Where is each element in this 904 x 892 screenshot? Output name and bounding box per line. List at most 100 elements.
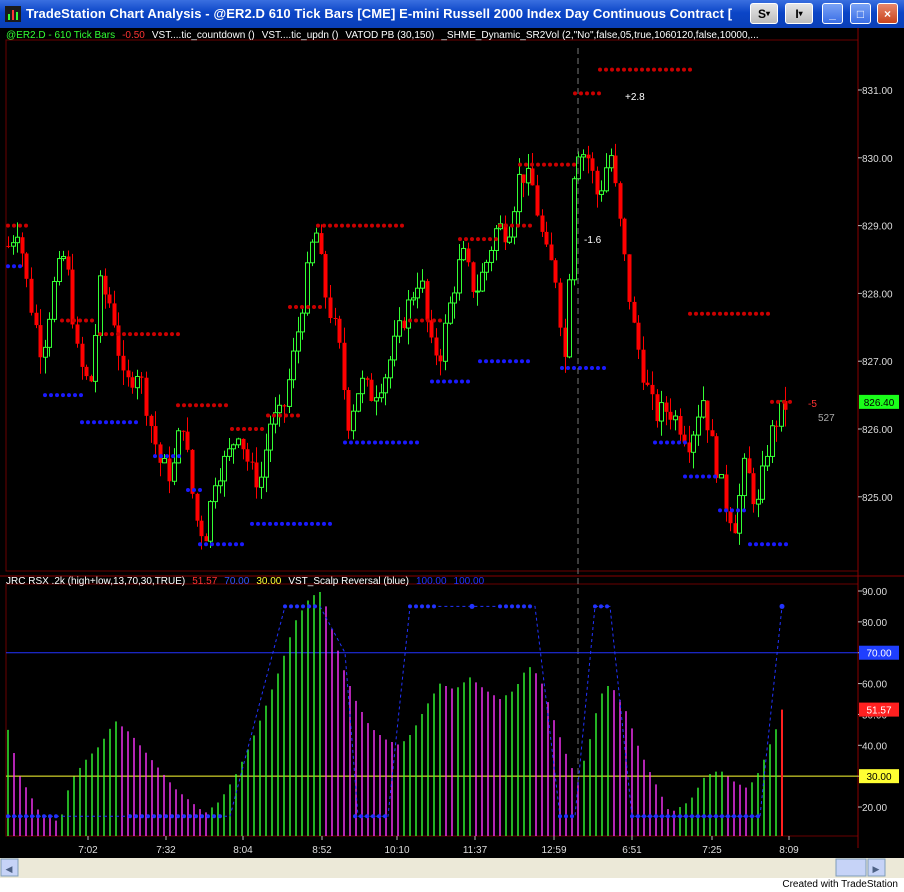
- scalp-reversal-dot: [516, 604, 520, 609]
- candle-body-down: [139, 376, 144, 378]
- minimize-button[interactable]: _: [822, 3, 843, 24]
- resistance-dot: [598, 67, 602, 72]
- indicator-value-label: 30.00: [866, 772, 891, 783]
- maximize-button[interactable]: □: [850, 3, 871, 24]
- scalp-reversal-dot: [212, 814, 216, 819]
- candle-body-down: [107, 294, 112, 304]
- support-dot: [572, 365, 576, 370]
- candle-body-down: [333, 317, 338, 319]
- support-dot: [448, 379, 452, 384]
- resistance-dot: [194, 403, 198, 408]
- support-dot: [12, 264, 16, 269]
- candle-body-down: [590, 158, 595, 171]
- support-dot: [292, 521, 296, 526]
- scrollbar-thumb[interactable]: [835, 858, 867, 877]
- x-axis-label: 11:37: [463, 845, 488, 856]
- chart-canvas[interactable]: 831.00 830.00 829.00 828.00 827.00 826.00 825.…: [0, 28, 904, 878]
- resistance-dot: [464, 237, 468, 242]
- support-dot: [67, 393, 71, 398]
- candle-body-down: [167, 458, 172, 482]
- scalp-reversal-dot: [426, 604, 430, 609]
- s-menu-button[interactable]: S ▾: [750, 3, 778, 24]
- scalp-reversal-dot: [371, 814, 375, 819]
- resistance-dot: [206, 403, 210, 408]
- resistance-dot: [312, 304, 316, 309]
- candle-body-down: [558, 282, 563, 328]
- support-dot: [596, 365, 600, 370]
- candle-body-up: [374, 397, 379, 402]
- candle-body-down: [153, 426, 158, 445]
- resistance-dot: [200, 403, 204, 408]
- scalp-reversal-dot: [206, 814, 210, 819]
- resistance-dot: [748, 311, 752, 316]
- candle-body-up: [765, 455, 770, 467]
- support-dot: [355, 440, 359, 445]
- support-dot: [520, 359, 524, 364]
- candle-body-down: [241, 438, 246, 450]
- scalp-reversal-dot: [377, 814, 381, 819]
- resistance-dot: [682, 67, 686, 72]
- scalp-reversal-dot: [383, 814, 387, 819]
- chart-area[interactable]: 831.00 830.00 829.00 828.00 827.00 826.00 825.…: [0, 28, 904, 878]
- support-dot: [730, 508, 734, 513]
- i-menu-button[interactable]: I ▾: [785, 3, 813, 24]
- resistance-dot: [98, 332, 102, 337]
- candle-body-up: [691, 434, 696, 453]
- candle-body-up: [770, 425, 775, 457]
- candle-body-down: [618, 183, 623, 219]
- support-dot: [683, 474, 687, 479]
- resistance-dot: [712, 311, 716, 316]
- support-dot: [766, 542, 770, 547]
- x-axis-label: 7:02: [78, 845, 98, 856]
- resistance-dot: [352, 223, 356, 228]
- candle-body-down: [365, 378, 370, 380]
- scalp-reversal-dot: [528, 604, 532, 609]
- annotation-minus: -1.6: [584, 235, 602, 246]
- price-legend-item: @ER2.D - 610 Tick Bars: [6, 30, 116, 41]
- resistance-dot: [134, 332, 138, 337]
- support-dot: [73, 393, 77, 398]
- support-dot: [742, 508, 746, 513]
- resistance-dot: [414, 318, 418, 323]
- support-dot: [234, 542, 238, 547]
- resistance-dot: [388, 223, 392, 228]
- price-legend-item: VATOD PB (30,150): [345, 30, 435, 41]
- resistance-dot: [296, 413, 300, 418]
- support-dot: [689, 474, 693, 479]
- resistance-dot: [788, 399, 792, 404]
- candle-body-down: [714, 436, 719, 478]
- scalp-reversal-dot: [732, 814, 736, 819]
- resistance-dot: [24, 223, 28, 228]
- scalp-reversal-dot: [756, 814, 760, 819]
- support-dot: [216, 542, 220, 547]
- close-button[interactable]: ×: [877, 3, 898, 24]
- scalp-reversal-dot: [630, 814, 634, 819]
- scalp-reversal-dot: [164, 814, 168, 819]
- price-axis-label: 825.00: [862, 493, 893, 504]
- resistance-dot: [652, 67, 656, 72]
- support-dot: [343, 440, 347, 445]
- window-titlebar[interactable]: TradeStation Chart Analysis - @ER2.D 610…: [0, 0, 904, 28]
- support-dot: [379, 440, 383, 445]
- support-dot: [713, 474, 717, 479]
- scalp-reversal-dot: [648, 814, 652, 819]
- support-dot: [328, 521, 332, 526]
- candle-body-down: [190, 449, 195, 494]
- candle-body-up: [314, 232, 319, 243]
- price-axis-label: 826.00: [862, 425, 893, 436]
- resistance-dot: [182, 403, 186, 408]
- candle-body-up: [296, 331, 301, 352]
- scalp-reversal-dot: [642, 814, 646, 819]
- support-dot: [760, 542, 764, 547]
- resistance-dot: [146, 332, 150, 337]
- support-dot: [724, 508, 728, 513]
- resistance-dot: [266, 413, 270, 418]
- resistance-dot: [579, 91, 583, 96]
- candle-body-down: [121, 355, 126, 371]
- scalp-reversal-dot: [504, 604, 508, 609]
- x-axis-label: 12:59: [541, 845, 566, 856]
- support-dot: [385, 440, 389, 445]
- support-dot: [502, 359, 506, 364]
- scalp-reversal-dot: [18, 814, 22, 819]
- scroll-right-icon: ▶: [873, 864, 880, 874]
